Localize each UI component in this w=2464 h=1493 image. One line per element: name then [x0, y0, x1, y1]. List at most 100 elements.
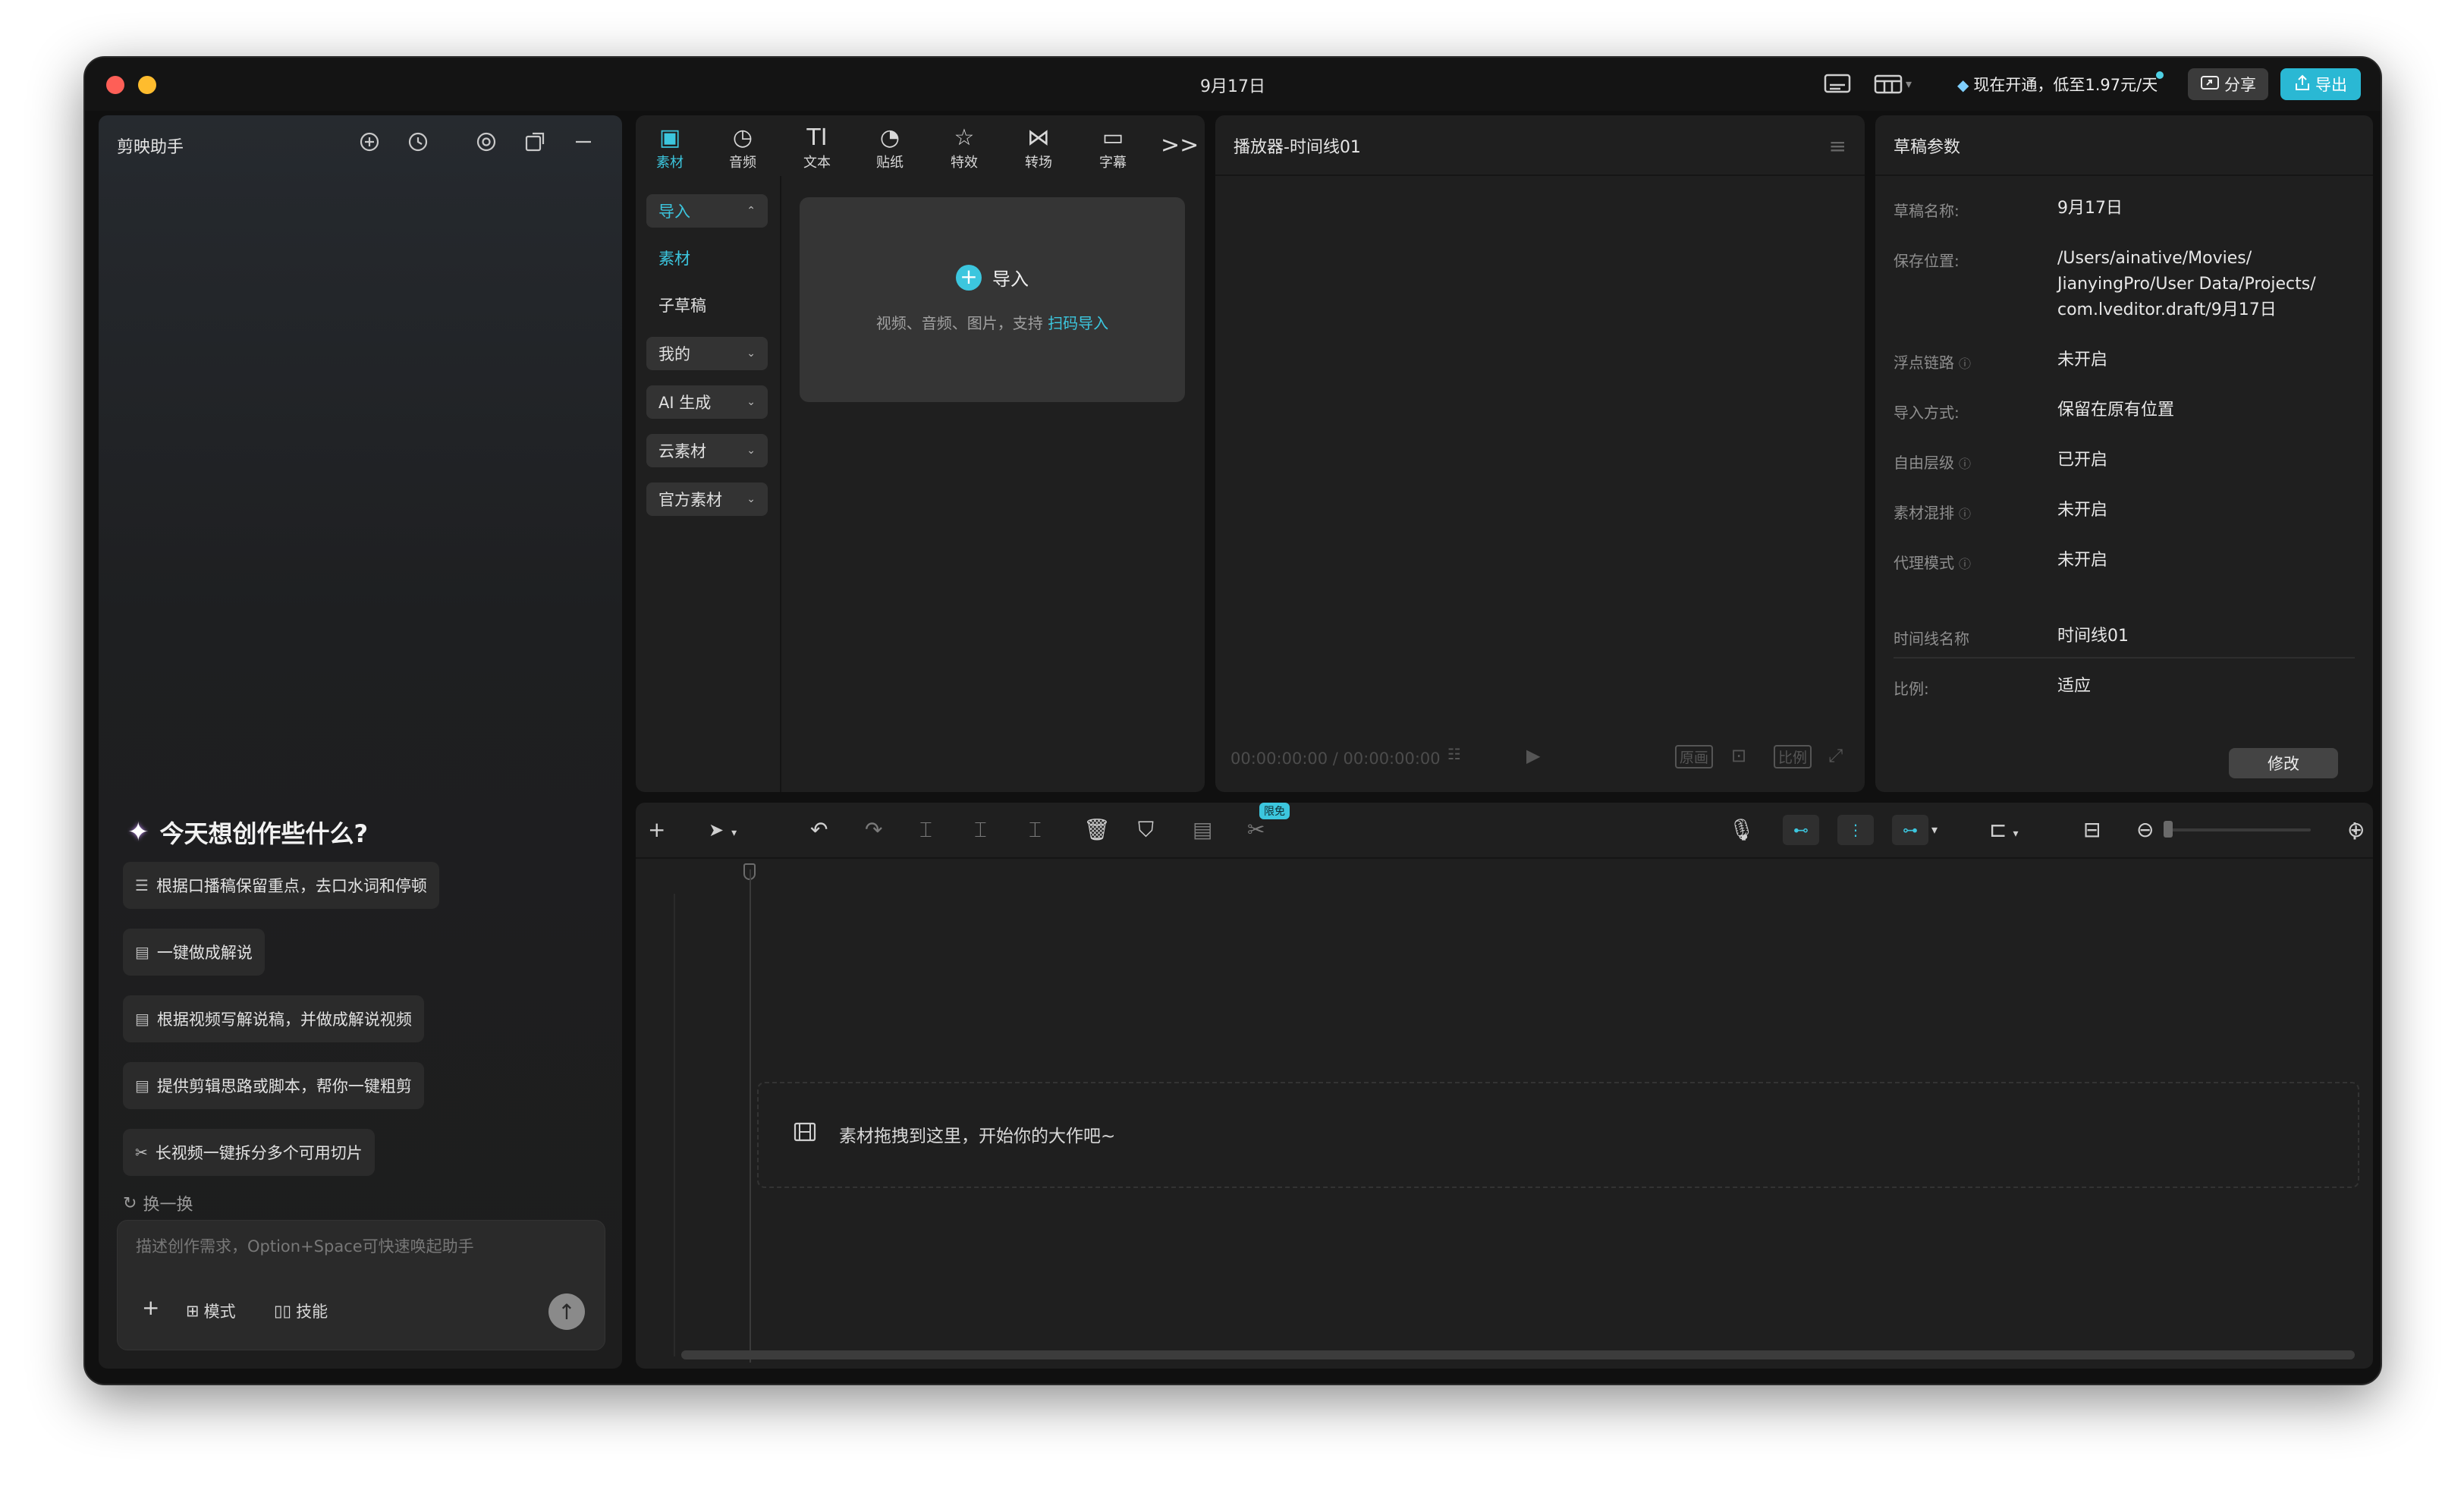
add-track-icon[interactable]: +	[648, 818, 665, 842]
chevron-down-icon[interactable]: ▾	[1931, 818, 1938, 842]
select-tool-icon[interactable]: ➤ ▾	[709, 818, 737, 845]
preview-axis-icon[interactable]: ⊏ ▾	[1989, 818, 2019, 846]
settings-icon[interactable]	[475, 130, 498, 159]
tab-sticker[interactable]: ◔ 贴纸	[863, 121, 916, 174]
attach-plus-button[interactable]: +	[142, 1295, 159, 1320]
suggestion-item[interactable]: ▤ 一键做成解说	[123, 929, 265, 976]
share-label: 分享	[2224, 76, 2256, 94]
mode-button[interactable]: ⊞ 模式	[186, 1300, 236, 1322]
auto-cut-icon[interactable]: ✂	[1247, 818, 1265, 842]
tab-effects[interactable]: ☆ 特效	[938, 121, 991, 174]
export-button[interactable]: 导出	[2280, 68, 2361, 100]
marker-icon[interactable]: ⛉	[1138, 818, 1154, 842]
transition-icon: ⋈	[1027, 124, 1050, 151]
tab-subtitle[interactable]: ▭ 字幕	[1086, 121, 1139, 174]
split-left-icon[interactable]: ⌶	[974, 818, 987, 842]
microphone-icon[interactable]: 🎙︎	[1728, 818, 1755, 842]
sidebar-item-official[interactable]: 官方素材 ⌄	[646, 482, 768, 516]
vip-promo[interactable]: ◆ 现在开通，低至1.97元/天	[1957, 71, 2164, 99]
menu-icon[interactable]: ≡	[1829, 134, 1846, 159]
tab-transition[interactable]: ⋈ 转场	[1012, 121, 1065, 174]
import-card[interactable]: + 导入 视频、音频、图片，支持 扫码导入	[800, 197, 1185, 402]
detach-window-icon[interactable]	[523, 130, 546, 159]
assistant-input-placeholder: 描述创作需求，Option+Space可快速唤起助手	[136, 1237, 474, 1256]
fullscreen-icon[interactable]: ⤢	[1828, 745, 1843, 766]
share-button[interactable]: 分享	[2188, 68, 2268, 100]
caption-edit-icon[interactable]: ▤	[1193, 818, 1212, 842]
tab-label: 音频	[729, 155, 756, 171]
refresh-suggestions-button[interactable]: ↻ 换一换	[123, 1191, 193, 1215]
param-label: 素材混排	[1894, 504, 1954, 522]
sidebar-item-sub-draft[interactable]: 子草稿	[646, 288, 768, 322]
modify-button[interactable]: 修改	[2229, 748, 2338, 778]
play-button[interactable]: ▶	[1526, 745, 1540, 766]
undo-icon[interactable]: ↶	[810, 818, 828, 842]
assistant-input-box[interactable]: 描述创作需求，Option+Space可快速唤起助手 + ⊞ 模式 ▯▯ 技能 …	[117, 1220, 605, 1350]
layout-switch-icon[interactable]: ▾	[1874, 73, 1912, 96]
split-right-icon[interactable]: ⌶	[1029, 818, 1042, 842]
minimize-panel-icon[interactable]	[572, 130, 595, 159]
app-window: 9月17日 ▾ ◆ 现在开通，低至1.97元/天 分享 导出 剪映助手 ✦ 今天…	[83, 56, 2382, 1385]
tab-label: 贴纸	[876, 155, 904, 171]
timeline-view-icon[interactable]: ☷	[1447, 745, 1461, 763]
suggestion-label: 根据口播稿保留重点，去口水词和停顿	[156, 877, 427, 895]
mode-label: 模式	[203, 1303, 236, 1321]
link-button[interactable]: ⊶	[1892, 815, 1928, 845]
new-chat-icon[interactable]	[358, 130, 381, 159]
sidebar-item-ai-gen[interactable]: AI 生成 ⌄	[646, 385, 768, 419]
subtitle-icon: ▭	[1102, 124, 1124, 151]
send-button[interactable]: ↑	[548, 1293, 585, 1330]
sidebar-item-import[interactable]: 导入 ⌃	[646, 194, 768, 228]
auto-snap-button[interactable]: ⋮	[1837, 815, 1874, 845]
suggestion-item[interactable]: ✂ 长视频一键拆分多个可用切片	[123, 1129, 375, 1176]
help-icon[interactable]: ⓘ	[1959, 357, 1971, 371]
zoom-slider-handle[interactable]	[2164, 821, 2173, 838]
help-icon[interactable]: ⓘ	[1959, 507, 1971, 521]
param-label: 导入方式:	[1894, 404, 1960, 422]
param-value: 适应	[2057, 677, 2092, 696]
suggestion-item[interactable]: ☰ 根据口播稿保留重点，去口水词和停顿	[123, 862, 439, 909]
tab-audio[interactable]: ◷ 音频	[716, 121, 769, 174]
more-tabs-icon[interactable]: >>	[1161, 132, 1199, 159]
timeline-drop-zone[interactable]: 素材拖拽到这里，开始你的大作吧~	[757, 1082, 2359, 1188]
sidebar-item-material[interactable]: 素材	[646, 241, 768, 275]
scan-import-link[interactable]: 扫码导入	[1048, 314, 1108, 332]
timeline-horizontal-scrollbar[interactable]	[681, 1350, 2355, 1359]
help-icon[interactable]: ⓘ	[1959, 557, 1971, 571]
redo-icon[interactable]: ↷	[865, 818, 882, 842]
subtitle-layout-icon[interactable]	[1824, 73, 1851, 99]
title-bar: 9月17日 ▾ ◆ 现在开通，低至1.97元/天 分享 导出	[85, 58, 2381, 111]
skill-button[interactable]: ▯▯ 技能	[274, 1300, 328, 1322]
delete-icon[interactable]: 🗑︎	[1083, 818, 1111, 842]
sidebar-item-label: 素材	[658, 250, 690, 268]
cover-icon[interactable]: ⊟	[2083, 818, 2101, 842]
chevron-down-icon: ▾	[731, 827, 737, 839]
param-value: 9月17日	[2057, 199, 2123, 218]
suggestion-label: 一键做成解说	[156, 944, 253, 962]
param-value: /Users/ainative/Movies/ JianyingPro/User…	[2057, 249, 2316, 319]
ratio-button[interactable]: 比例	[1774, 745, 1812, 769]
main-track-magnet-button[interactable]: ⊷	[1783, 815, 1819, 845]
param-value: 时间线01	[2057, 627, 2129, 646]
zoom-slider-track[interactable]	[2168, 828, 2311, 831]
assistant-header: 剪映助手	[99, 115, 622, 174]
suggestion-item[interactable]: ▤ 提供剪辑思路或脚本，帮你一键粗剪	[123, 1062, 424, 1109]
sidebar-item-mine[interactable]: 我的 ⌄	[646, 337, 768, 370]
param-value: 已开启	[2057, 451, 2108, 470]
free-badge: 限免	[1259, 803, 1290, 819]
more-options-icon[interactable]: ⋮	[2344, 818, 2365, 843]
export-icon	[2294, 74, 2311, 95]
sidebar-item-cloud[interactable]: 云素材 ⌄	[646, 434, 768, 467]
suggestion-item[interactable]: ▤ 根据视频写解说稿，并做成解说视频	[123, 995, 424, 1042]
split-icon[interactable]: ⌶	[919, 818, 932, 842]
playhead[interactable]	[750, 869, 751, 1363]
help-icon[interactable]: ⓘ	[1959, 457, 1971, 471]
param-label-row: 自由层级 ⓘ	[1894, 451, 1971, 473]
screenshot-icon[interactable]: ⊡	[1731, 745, 1746, 766]
media-sidebar: 导入 ⌃ 素材 子草稿 我的 ⌄ AI 生成 ⌄ 云素材 ⌄ 官方素材 ⌄	[636, 176, 781, 792]
history-icon[interactable]	[407, 130, 429, 159]
original-quality-button[interactable]: 原画	[1675, 745, 1714, 769]
tab-material[interactable]: ▣ 素材	[643, 121, 696, 174]
zoom-out-icon[interactable]: ⊖	[2136, 818, 2154, 842]
tab-text[interactable]: TI 文本	[790, 121, 844, 174]
